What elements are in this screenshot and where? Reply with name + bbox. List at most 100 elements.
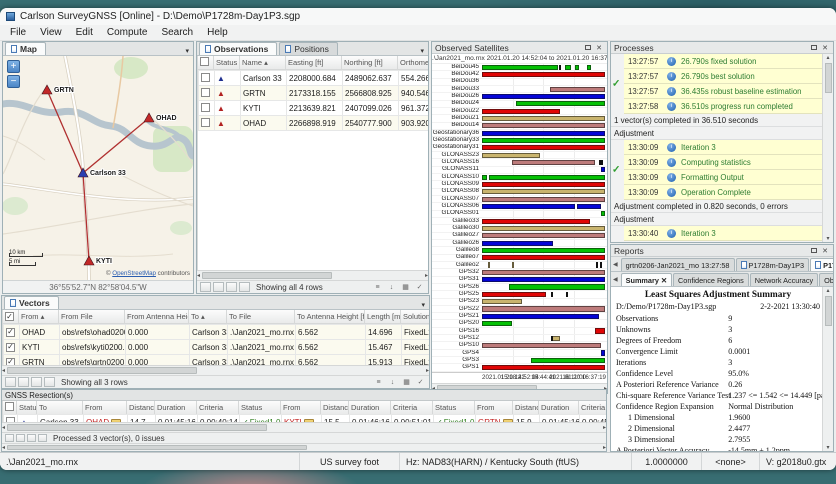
scroll-left-icon[interactable]: ◂ [2,444,5,451]
select-icon[interactable]: ✓ [414,282,425,292]
tab-positions[interactable]: Positions [279,42,338,55]
nav-prev-button[interactable] [18,377,29,387]
process-item[interactable]: 13:30:09iOperation Complete [624,185,822,200]
table-row[interactable]: ✓KYTIobs\refs\kyti0200.21o0.000Carlson 3… [4,340,430,355]
row-checkbox[interactable] [201,118,210,127]
menu-item-file[interactable]: File [3,26,33,39]
print-icon[interactable]: ≡ [372,282,383,292]
tab-vectors[interactable]: Vectors [4,296,59,309]
column-header[interactable]: From ▴ [19,310,59,323]
column-header[interactable]: From [83,401,127,414]
nav-last-button[interactable] [239,282,250,292]
column-header[interactable]: Orthometric Height [398,56,429,70]
column-header[interactable]: To Antenna Height [ft] [295,310,365,323]
column-header[interactable]: From File [59,310,125,323]
nav-next-button[interactable] [27,434,36,442]
restore-icon[interactable] [585,45,591,50]
tab-map[interactable]: Map [5,42,46,55]
map-tab-dropdown-icon[interactable]: ▾ [181,47,193,55]
nav-next-button[interactable] [31,377,42,387]
menu-item-edit[interactable]: Edit [69,26,100,39]
table-row[interactable]: ▲GRTN2173318.1552566808.925940.546 [199,86,429,101]
scroll-right-icon[interactable]: ▸ [603,444,606,451]
status-vertical-datum[interactable]: V: g2018u0.gtx [760,453,836,470]
observations-hscrollbar[interactable]: ◂ ▸ [197,270,428,280]
scroll-left-icon[interactable]: ◂ [197,272,200,279]
attribution-link[interactable]: OpenStreetMap [112,270,156,277]
column-header[interactable]: Duration [349,401,391,414]
menu-item-search[interactable]: Search [154,26,200,39]
tab-close-icon[interactable]: ✕ [661,276,667,285]
row-checkbox[interactable] [201,73,210,82]
column-header[interactable]: Distance [mi] [321,401,349,414]
resections-outer-hscrollbar[interactable]: ◂ ▸ [2,443,606,451]
scroll-right-icon[interactable]: ▸ [425,272,428,279]
nav-last-button[interactable] [38,434,47,442]
close-icon[interactable]: ✕ [820,44,830,52]
process-item[interactable]: 13:27:57i26.790s best solution [624,69,822,84]
menu-item-compute[interactable]: Compute [100,26,155,39]
select-all-checkbox[interactable] [3,401,17,414]
close-icon[interactable]: ✕ [820,247,830,255]
tab-dropdown-icon[interactable]: ▾ [416,47,428,55]
report-section-tab[interactable]: Summary✕ [621,273,672,286]
close-icon[interactable]: ✕ [594,44,604,52]
select-all-checkbox[interactable] [198,56,214,70]
vectors-hscrollbar[interactable]: ◂ ▸ [2,365,429,375]
report-doc-tab[interactable]: grtn0206-Jan2021_mo 13:27:58 [621,258,735,271]
reports-vscrollbar[interactable]: ▴ ▾ [822,287,833,451]
column-header[interactable]: Status [17,401,37,414]
table-row[interactable]: ▲OHAD2266898.9192540777.900903.920 [199,116,429,131]
row-checkbox[interactable] [201,88,210,97]
vectors-tab-dropdown-icon[interactable]: ▾ [417,301,429,309]
scroll-up-icon[interactable]: ▴ [826,287,829,294]
column-header[interactable]: Duration [155,401,197,414]
column-header[interactable]: Solution [401,310,430,323]
column-header[interactable]: To ▴ [189,310,227,323]
scroll-left-icon[interactable]: ◂ [2,424,5,431]
table-row[interactable]: ▲Carlson 332208000.6842489062.637554.266 [199,71,429,86]
scroll-down-icon[interactable]: ▾ [826,444,829,451]
column-header[interactable]: From [475,401,513,414]
checkbox-icon[interactable] [200,57,209,66]
row-checkbox[interactable] [201,103,210,112]
menu-item-help[interactable]: Help [200,26,235,39]
report-section-tab[interactable]: Confidence Regions [673,273,749,286]
process-item[interactable]: 13:30:09iComputing statistics [624,155,822,170]
table-row[interactable]: ▲Carlson 33OHAD 14.70 01:45:160 00:40:14… [4,415,607,423]
report-section-tab[interactable]: Observations [819,273,833,286]
process-item[interactable]: 13:27:57i36.435s robust baseline estimat… [624,84,822,99]
export-icon[interactable]: ↓ [387,377,398,387]
process-item[interactable]: 13:30:09iFormatting Output [624,170,822,185]
scroll-left-icon[interactable]: ◂ [2,367,5,374]
report-doc-tab[interactable]: P1728m-Day1P3 [736,258,810,271]
export-icon[interactable]: ↓ [386,282,397,292]
table-row[interactable]: ▲KYTI2213639.8212407099.026961.372 [199,101,429,116]
column-header[interactable]: Distance [mi] [127,401,155,414]
nav-prev-button[interactable] [16,434,25,442]
status-geoid[interactable]: <none> [702,453,760,470]
column-header[interactable]: Status [214,56,240,70]
column-header[interactable]: Status [239,401,281,414]
column-header[interactable]: Name ▴ [240,56,286,70]
column-header[interactable]: Status [433,401,475,414]
column-header[interactable]: Length [mi] [365,310,401,323]
row-checkbox[interactable]: ✓ [6,328,15,337]
column-header[interactable]: Duration [539,401,579,414]
grid-icon[interactable]: ▦ [400,282,411,292]
resections-hscrollbar[interactable]: ◂ ▸ [2,422,606,432]
report-section-tab[interactable]: Network Accuracy [750,273,818,286]
report-doc-tab[interactable]: P1728m-Day [810,258,833,271]
nav-next-button[interactable] [226,282,237,292]
select-all-checkbox[interactable]: ✓ [3,310,19,323]
column-header[interactable]: From [281,401,321,414]
scroll-right-icon[interactable]: ▸ [603,424,606,431]
select-icon[interactable]: ✓ [415,377,426,387]
column-header[interactable]: Easting [ft] [286,56,342,70]
status-units[interactable]: US survey foot [300,453,400,470]
nav-first-button[interactable] [5,377,16,387]
column-header[interactable]: Distance [mi] [513,401,539,414]
column-header[interactable]: Northing [ft] [342,56,398,70]
nav-last-button[interactable] [44,377,55,387]
scroll-right-icon[interactable]: ▸ [426,367,429,374]
